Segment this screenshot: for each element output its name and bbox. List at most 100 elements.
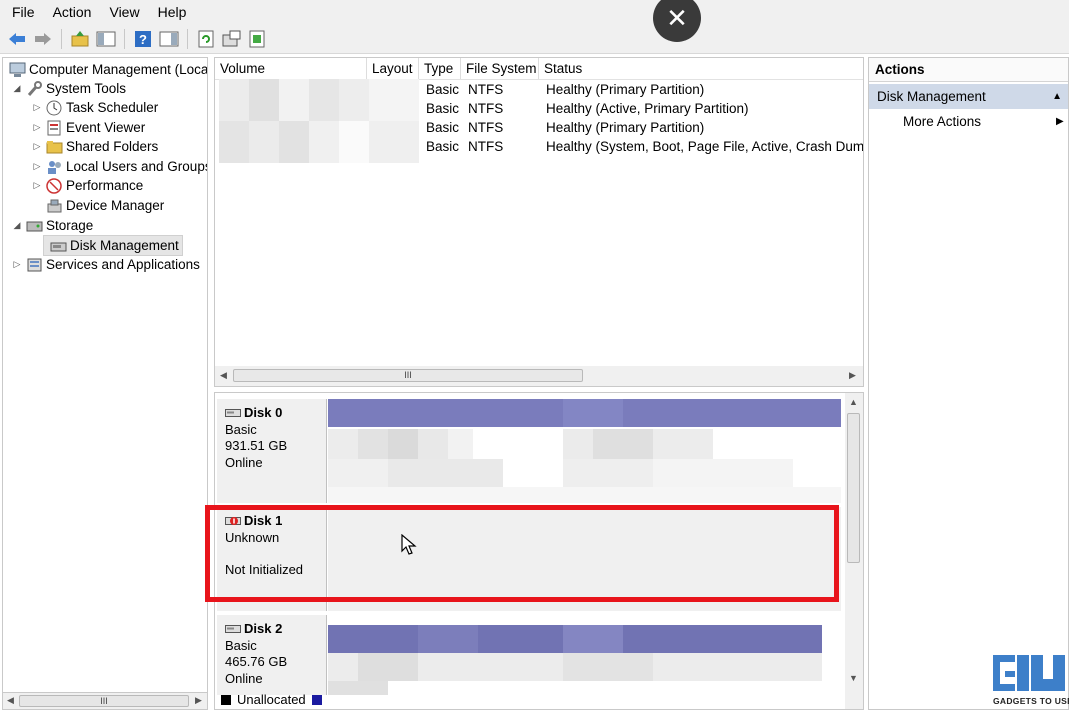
actions-pane: Actions Disk Management ▲ More Actions ▶ bbox=[868, 57, 1069, 710]
computer-icon bbox=[9, 62, 26, 78]
column-status[interactable]: Status bbox=[539, 58, 863, 79]
collapsed-arrow-icon[interactable]: ▷ bbox=[31, 102, 43, 113]
tree-item-event-viewer[interactable]: ▷ Event Viewer bbox=[31, 118, 145, 137]
disk-pane-vertical-scrollbar[interactable]: ▲ ▼ bbox=[845, 393, 863, 709]
tree-label-task-scheduler: Task Scheduler bbox=[66, 100, 159, 115]
legend-unallocated: Unallocated bbox=[237, 692, 306, 707]
menu-file[interactable]: File bbox=[6, 4, 41, 20]
toolbar-separator bbox=[187, 28, 188, 49]
more-actions-label: More Actions bbox=[903, 114, 982, 129]
collapsed-arrow-icon[interactable]: ▷ bbox=[31, 180, 43, 191]
shared-folder-icon bbox=[46, 139, 63, 155]
disk-0-size: 931.51 GB bbox=[225, 438, 288, 453]
help-icon[interactable]: ? bbox=[132, 28, 154, 50]
volume-file-system: NTFS bbox=[468, 120, 504, 135]
menu-help[interactable]: Help bbox=[152, 4, 193, 20]
volume-type: Basic bbox=[426, 101, 460, 116]
tree-label-computer-management: Computer Management (Local bbox=[29, 62, 208, 77]
disk-2-info[interactable]: Disk 2 Basic 465.76 GB Online bbox=[217, 615, 327, 695]
tree-item-storage[interactable]: ◢ Storage bbox=[11, 216, 94, 235]
toolbar-separator bbox=[61, 28, 62, 49]
volume-list: Volume Layout Type File System Status Ba… bbox=[214, 57, 864, 387]
collapsed-arrow-icon[interactable]: ▷ bbox=[11, 259, 23, 270]
disk-2-name: Disk 2 bbox=[244, 621, 283, 636]
tree-item-shared-folders[interactable]: ▷ Shared Folders bbox=[31, 137, 159, 156]
show-hide-tree-icon[interactable] bbox=[95, 28, 117, 50]
scroll-up-arrow-icon[interactable]: ▲ bbox=[849, 397, 858, 407]
disk-0-state: Online bbox=[225, 454, 263, 470]
tree-item-system-tools[interactable]: ◢ System Tools bbox=[11, 79, 126, 98]
more-actions-item[interactable]: More Actions bbox=[903, 114, 981, 129]
scroll-thumb[interactable]: III bbox=[233, 369, 583, 382]
toolbar: ? bbox=[0, 24, 1069, 54]
disk-2-partitions[interactable] bbox=[328, 615, 841, 695]
menu-view[interactable]: View bbox=[103, 4, 145, 20]
volume-list-horizontal-scrollbar[interactable]: ◀ III ▶ bbox=[215, 366, 863, 386]
disk-2-name-row: Disk 2 bbox=[225, 621, 326, 638]
volume-row[interactable]: Basic NTFS Healthy (Active, Primary Part… bbox=[215, 99, 863, 118]
toolbar-separator bbox=[124, 28, 125, 49]
submenu-arrow-icon[interactable]: ▶ bbox=[1056, 116, 1064, 127]
scroll-thumb[interactable] bbox=[847, 413, 860, 563]
close-icon: ✕ bbox=[666, 2, 688, 33]
collapsed-arrow-icon[interactable]: ▷ bbox=[31, 141, 43, 152]
disk-0-info[interactable]: Disk 0 Basic 931.51 GB Online bbox=[217, 399, 327, 503]
storage-icon bbox=[26, 218, 43, 234]
volume-type: Basic bbox=[426, 139, 460, 154]
column-volume[interactable]: Volume bbox=[215, 58, 367, 79]
volume-row[interactable]: Basic NTFS Healthy (Primary Partition) bbox=[215, 118, 863, 137]
tree-label-local-users: Local Users and Groups bbox=[66, 159, 208, 174]
tools-icon bbox=[26, 80, 43, 97]
tree-item-local-users[interactable]: ▷ Local Users and Groups bbox=[31, 157, 208, 176]
tree-item-device-manager[interactable]: Device Manager bbox=[43, 196, 164, 215]
tree-item-performance[interactable]: ▷ Performance bbox=[31, 176, 143, 195]
collapsed-arrow-icon[interactable]: ▷ bbox=[31, 122, 43, 133]
volume-status: Healthy (Active, Primary Partition) bbox=[546, 101, 749, 116]
collapsed-arrow-icon[interactable]: ▷ bbox=[31, 161, 43, 172]
scroll-down-arrow-icon[interactable]: ▼ bbox=[849, 673, 858, 683]
mouse-cursor-icon bbox=[401, 533, 417, 559]
menu-bar: File Action View Help bbox=[0, 0, 1069, 24]
console-pane-icon[interactable] bbox=[158, 28, 180, 50]
volume-file-system: NTFS bbox=[468, 139, 504, 154]
column-layout[interactable]: Layout bbox=[367, 58, 419, 79]
tree-label-performance: Performance bbox=[66, 178, 144, 193]
menu-action[interactable]: Action bbox=[47, 4, 98, 20]
tree-item-disk-management[interactable]: Disk Management bbox=[43, 235, 183, 256]
volume-row[interactable]: Basic NTFS Healthy (System, Boot, Page F… bbox=[215, 137, 863, 156]
volume-row[interactable]: Basic NTFS Healthy (Primary Partition) bbox=[215, 80, 863, 99]
tree-item-task-scheduler[interactable]: ▷ Task Scheduler bbox=[31, 98, 158, 117]
scroll-right-arrow-icon[interactable]: ▶ bbox=[849, 370, 856, 381]
unallocated-swatch bbox=[221, 694, 231, 705]
tree-horizontal-scrollbar[interactable]: ◀ III ▶ bbox=[2, 692, 208, 710]
tree-label-event-viewer: Event Viewer bbox=[66, 120, 146, 135]
disk-2-state: Online bbox=[225, 670, 263, 686]
volume-status: Healthy (Primary Partition) bbox=[546, 120, 705, 135]
properties-icon[interactable] bbox=[221, 28, 243, 50]
refresh-icon[interactable] bbox=[195, 28, 217, 50]
computer-management-window: File Action View Help ? Computer Managem… bbox=[0, 0, 1069, 724]
tree-label-storage: Storage bbox=[46, 218, 94, 233]
export-icon[interactable] bbox=[247, 28, 269, 50]
tree-item-computer-management[interactable]: Computer Management (Local bbox=[6, 60, 208, 79]
collapse-arrow-icon[interactable]: ▲ bbox=[1052, 84, 1062, 109]
scroll-thumb[interactable]: III bbox=[19, 695, 189, 707]
back-arrow-icon[interactable] bbox=[6, 28, 28, 50]
disk-0-partitions[interactable] bbox=[328, 399, 841, 503]
scroll-right-arrow-icon[interactable]: ▶ bbox=[195, 695, 202, 706]
volume-type: Basic bbox=[426, 120, 460, 135]
hard-disk-icon bbox=[225, 625, 241, 634]
scroll-left-arrow-icon[interactable]: ◀ bbox=[220, 370, 227, 381]
expanded-arrow-icon[interactable]: ◢ bbox=[11, 83, 23, 94]
clock-icon bbox=[46, 100, 63, 116]
forward-arrow-icon[interactable] bbox=[32, 28, 54, 50]
actions-section-disk-management[interactable]: Disk Management ▲ bbox=[869, 84, 1068, 109]
scroll-left-arrow-icon[interactable]: ◀ bbox=[7, 695, 14, 706]
column-type[interactable]: Type bbox=[419, 58, 461, 79]
expanded-arrow-icon[interactable]: ◢ bbox=[11, 220, 23, 231]
disk-0-type: Basic bbox=[225, 421, 257, 437]
up-folder-icon[interactable] bbox=[69, 28, 91, 50]
tree-item-services-applications[interactable]: ▷ Services and Applications bbox=[11, 255, 200, 274]
tree-label-shared-folders: Shared Folders bbox=[66, 139, 159, 154]
column-file-system[interactable]: File System bbox=[461, 58, 539, 79]
